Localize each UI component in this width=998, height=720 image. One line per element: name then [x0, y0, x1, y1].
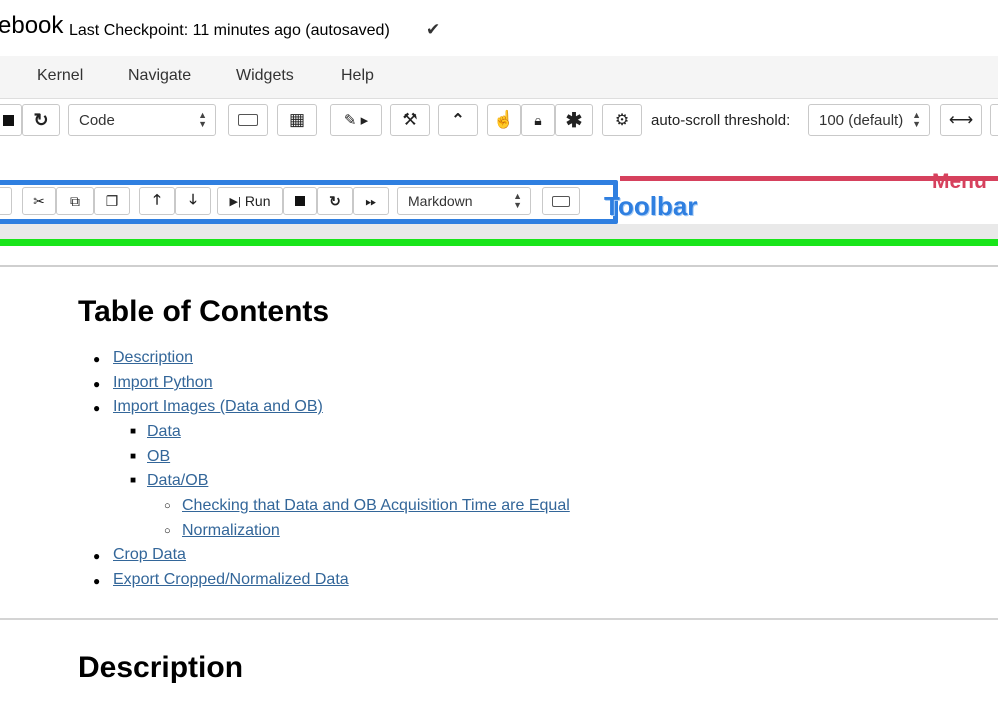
cell-type-select[interactable]: Code ▲ ▼	[68, 104, 216, 136]
notebook-annotation-line	[0, 239, 998, 246]
interrupt-button[interactable]	[0, 104, 22, 136]
toc-link-data-ob[interactable]: Data/OB	[147, 472, 208, 489]
toc-link-description[interactable]: Description	[113, 349, 193, 366]
cell-separator	[0, 618, 998, 620]
toolbar-divider-band	[0, 224, 998, 240]
bullet-icon: ●	[93, 549, 101, 563]
main-toolbar: ↻ Code ▲ ▼ ▦ ✎ ▸ ⚒ ⌃ ☝ 🔒︎ ✱ ⚙ auto-scroll…	[0, 99, 998, 145]
menu-help[interactable]: Help	[341, 67, 374, 85]
menu-annotation-label: Menu	[932, 170, 987, 193]
select-arrows-icon: ▲ ▼	[912, 110, 921, 129]
toc-item: Import Images (Data and OB)	[113, 398, 323, 416]
check-icon: ✔	[426, 20, 441, 39]
toc-item: Import Python	[113, 374, 213, 392]
calculator-button[interactable]: ▦	[277, 104, 317, 136]
toc-item: Checking that Data and OB Acquisition Ti…	[182, 497, 570, 515]
toc-item: Normalization	[182, 522, 280, 540]
keyboard-icon	[238, 114, 258, 126]
cell-separator	[0, 265, 998, 267]
settings-button[interactable]: ⚙	[602, 104, 642, 136]
select-arrows-icon: ▲ ▼	[198, 110, 207, 129]
stop-icon	[2, 114, 14, 126]
menu-navigate[interactable]: Navigate	[128, 67, 191, 85]
toc-link-data[interactable]: Data	[147, 423, 181, 440]
build-button[interactable]: ⚒	[390, 104, 430, 136]
square-bullet-icon: ■	[130, 475, 137, 486]
square-bullet-icon: ■	[130, 451, 137, 462]
brush-icon: ✎ ▸	[343, 112, 369, 129]
lock-button[interactable]: 🔒︎	[521, 104, 555, 136]
autoscroll-value: 100 (default)	[819, 111, 904, 129]
toc-item: Export Cropped/Normalized Data	[113, 571, 349, 589]
toc-link-export[interactable]: Export Cropped/Normalized Data	[113, 571, 349, 588]
autoscroll-label: auto-scroll threshold:	[651, 112, 791, 129]
calculator-icon: ▦	[288, 110, 306, 129]
menubar: Kernel Navigate Widgets Help	[0, 56, 998, 99]
expand-width-button[interactable]: ⟷	[940, 104, 982, 136]
toc-item: Crop Data	[113, 546, 186, 564]
asterisk-icon: ✱	[565, 109, 583, 132]
restart-icon: ↻	[33, 109, 49, 130]
menu-kernel[interactable]: Kernel	[37, 67, 83, 85]
bullet-icon: ●	[93, 377, 101, 391]
description-heading: Description	[78, 651, 244, 684]
toolbar-annotation-box	[0, 180, 618, 224]
toc-link-acquisition-time[interactable]: Checking that Data and OB Acquisition Ti…	[182, 497, 570, 514]
hammer-icon: ⚒	[402, 110, 418, 129]
gears-icon: ⚙	[614, 112, 630, 129]
hand-button[interactable]: ☝	[487, 104, 521, 136]
bullet-icon: ●	[93, 401, 101, 415]
menu-widgets[interactable]: Widgets	[236, 67, 294, 85]
chevron-up-icon: ⌃	[451, 112, 465, 129]
toolbar-annotation-label: Toolbar	[604, 191, 698, 221]
format-button[interactable]: ✎ ▸	[330, 104, 382, 136]
notebook-name[interactable]: ebook	[0, 12, 63, 40]
bullet-icon: ●	[93, 574, 101, 588]
overflow-button[interactable]	[990, 104, 998, 136]
toc-link-normalization[interactable]: Normalization	[182, 522, 280, 539]
square-bullet-icon: ■	[130, 426, 137, 437]
bullet-icon: ●	[93, 352, 101, 366]
lock-icon: 🔒︎	[534, 111, 542, 128]
autoscroll-select[interactable]: 100 (default) ▲ ▼	[808, 104, 930, 136]
toc-item: Description	[113, 349, 193, 367]
hand-cursor-icon: ☝	[493, 110, 515, 129]
toc-link-crop-data[interactable]: Crop Data	[113, 546, 186, 563]
toc-item: Data/OB	[147, 472, 208, 490]
collapse-up-button[interactable]: ⌃	[438, 104, 478, 136]
toc-link-import-images[interactable]: Import Images (Data and OB)	[113, 398, 323, 415]
restart-button[interactable]: ↻	[22, 104, 60, 136]
toc-heading: Table of Contents	[78, 295, 330, 328]
toc-item: Data	[147, 423, 181, 441]
toc-item: OB	[147, 448, 170, 466]
asterisk-button[interactable]: ✱	[555, 104, 593, 136]
checkpoint-status: Last Checkpoint: 11 minutes ago (autosav…	[69, 22, 390, 39]
circle-bullet-icon: ○	[164, 500, 171, 512]
command-palette-button[interactable]	[228, 104, 268, 136]
circle-bullet-icon: ○	[164, 525, 171, 537]
horizontal-arrows-icon: ⟷	[948, 110, 974, 129]
toc-link-ob[interactable]: OB	[147, 448, 170, 465]
toc-link-import-python[interactable]: Import Python	[113, 374, 213, 391]
notebook-header: ebook Last Checkpoint: 11 minutes ago (a…	[0, 0, 998, 57]
cell-type-value: Code	[79, 111, 115, 129]
